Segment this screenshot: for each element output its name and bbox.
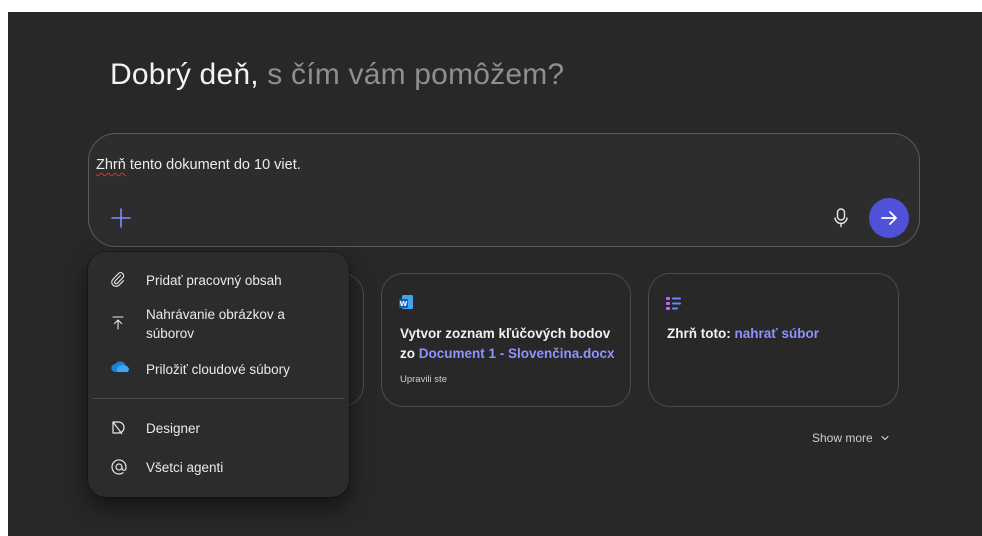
menu-item-label: Pridať pracovný obsah (146, 273, 282, 288)
prompt-input[interactable]: Zhrň tento dokument do 10 viet. (96, 157, 301, 173)
menu-item-all-agents[interactable]: Všetci agenti (88, 458, 349, 477)
upload-icon (112, 316, 124, 330)
microphone-button[interactable] (832, 207, 850, 229)
summary-list-icon (666, 297, 681, 310)
suggestion-title: Vytvor zoznam kľúčových bodov zo Documen… (400, 324, 622, 364)
document-link[interactable]: Document 1 - Slovenčina.docx (419, 346, 615, 361)
word-document-icon: W (399, 295, 413, 309)
add-attachment-button[interactable] (108, 205, 134, 231)
arrow-right-icon (881, 211, 897, 225)
menu-divider (93, 398, 344, 399)
suggestion-card-key-points[interactable]: W Vytvor zoznam kľúčových bodov zo Docum… (381, 273, 631, 407)
paperclip-icon (111, 272, 125, 287)
designer-icon (112, 421, 125, 435)
menu-item-label: Priložiť cloudové súbory (146, 362, 290, 377)
plus-icon (111, 208, 131, 228)
suggestion-title-text: Zhrň toto: (667, 326, 735, 341)
suggestion-card-summarize[interactable]: Zhrň toto: nahrať súbor (648, 273, 899, 407)
send-button[interactable] (869, 198, 909, 238)
prompt-text: tento dokument do 10 viet. (125, 157, 301, 173)
at-icon (111, 459, 127, 475)
chevron-down-icon (881, 435, 889, 441)
svg-text:W: W (400, 300, 408, 308)
menu-item-cloud-files[interactable]: Priložiť cloudové súbory (88, 360, 349, 379)
show-more-button[interactable]: Show more (812, 431, 890, 445)
microphone-icon (834, 208, 848, 228)
menu-item-label: Nahrávanie obrázkov a súborov (146, 307, 285, 341)
menu-item-upload[interactable]: Nahrávanie obrázkov a súborov (88, 305, 298, 343)
greeting-muted: s čím vám pomôžem? (267, 58, 565, 91)
suggestion-meta: Upravili ste (400, 374, 447, 385)
menu-item-label: Designer (146, 421, 201, 436)
greeting-strong: Dobrý deň, (110, 58, 259, 91)
spellcheck-word: Zhrň (96, 157, 126, 173)
menu-item-work-content[interactable]: Pridať pracovný obsah (88, 271, 349, 290)
suggestion-title: Zhrň toto: nahrať súbor (667, 324, 887, 344)
greeting-heading: Dobrý deň, s čím vám pomôžem? (110, 58, 564, 92)
upload-file-link[interactable]: nahrať súbor (734, 326, 818, 341)
onedrive-cloud-icon (111, 361, 129, 372)
attach-menu: Pridať pracovný obsah Nahrávanie obrázko… (88, 252, 349, 497)
prompt-composer[interactable] (88, 133, 920, 247)
show-more-label: Show more (812, 431, 873, 445)
menu-item-label: Všetci agenti (146, 460, 224, 475)
menu-item-designer[interactable]: Designer (88, 419, 349, 438)
